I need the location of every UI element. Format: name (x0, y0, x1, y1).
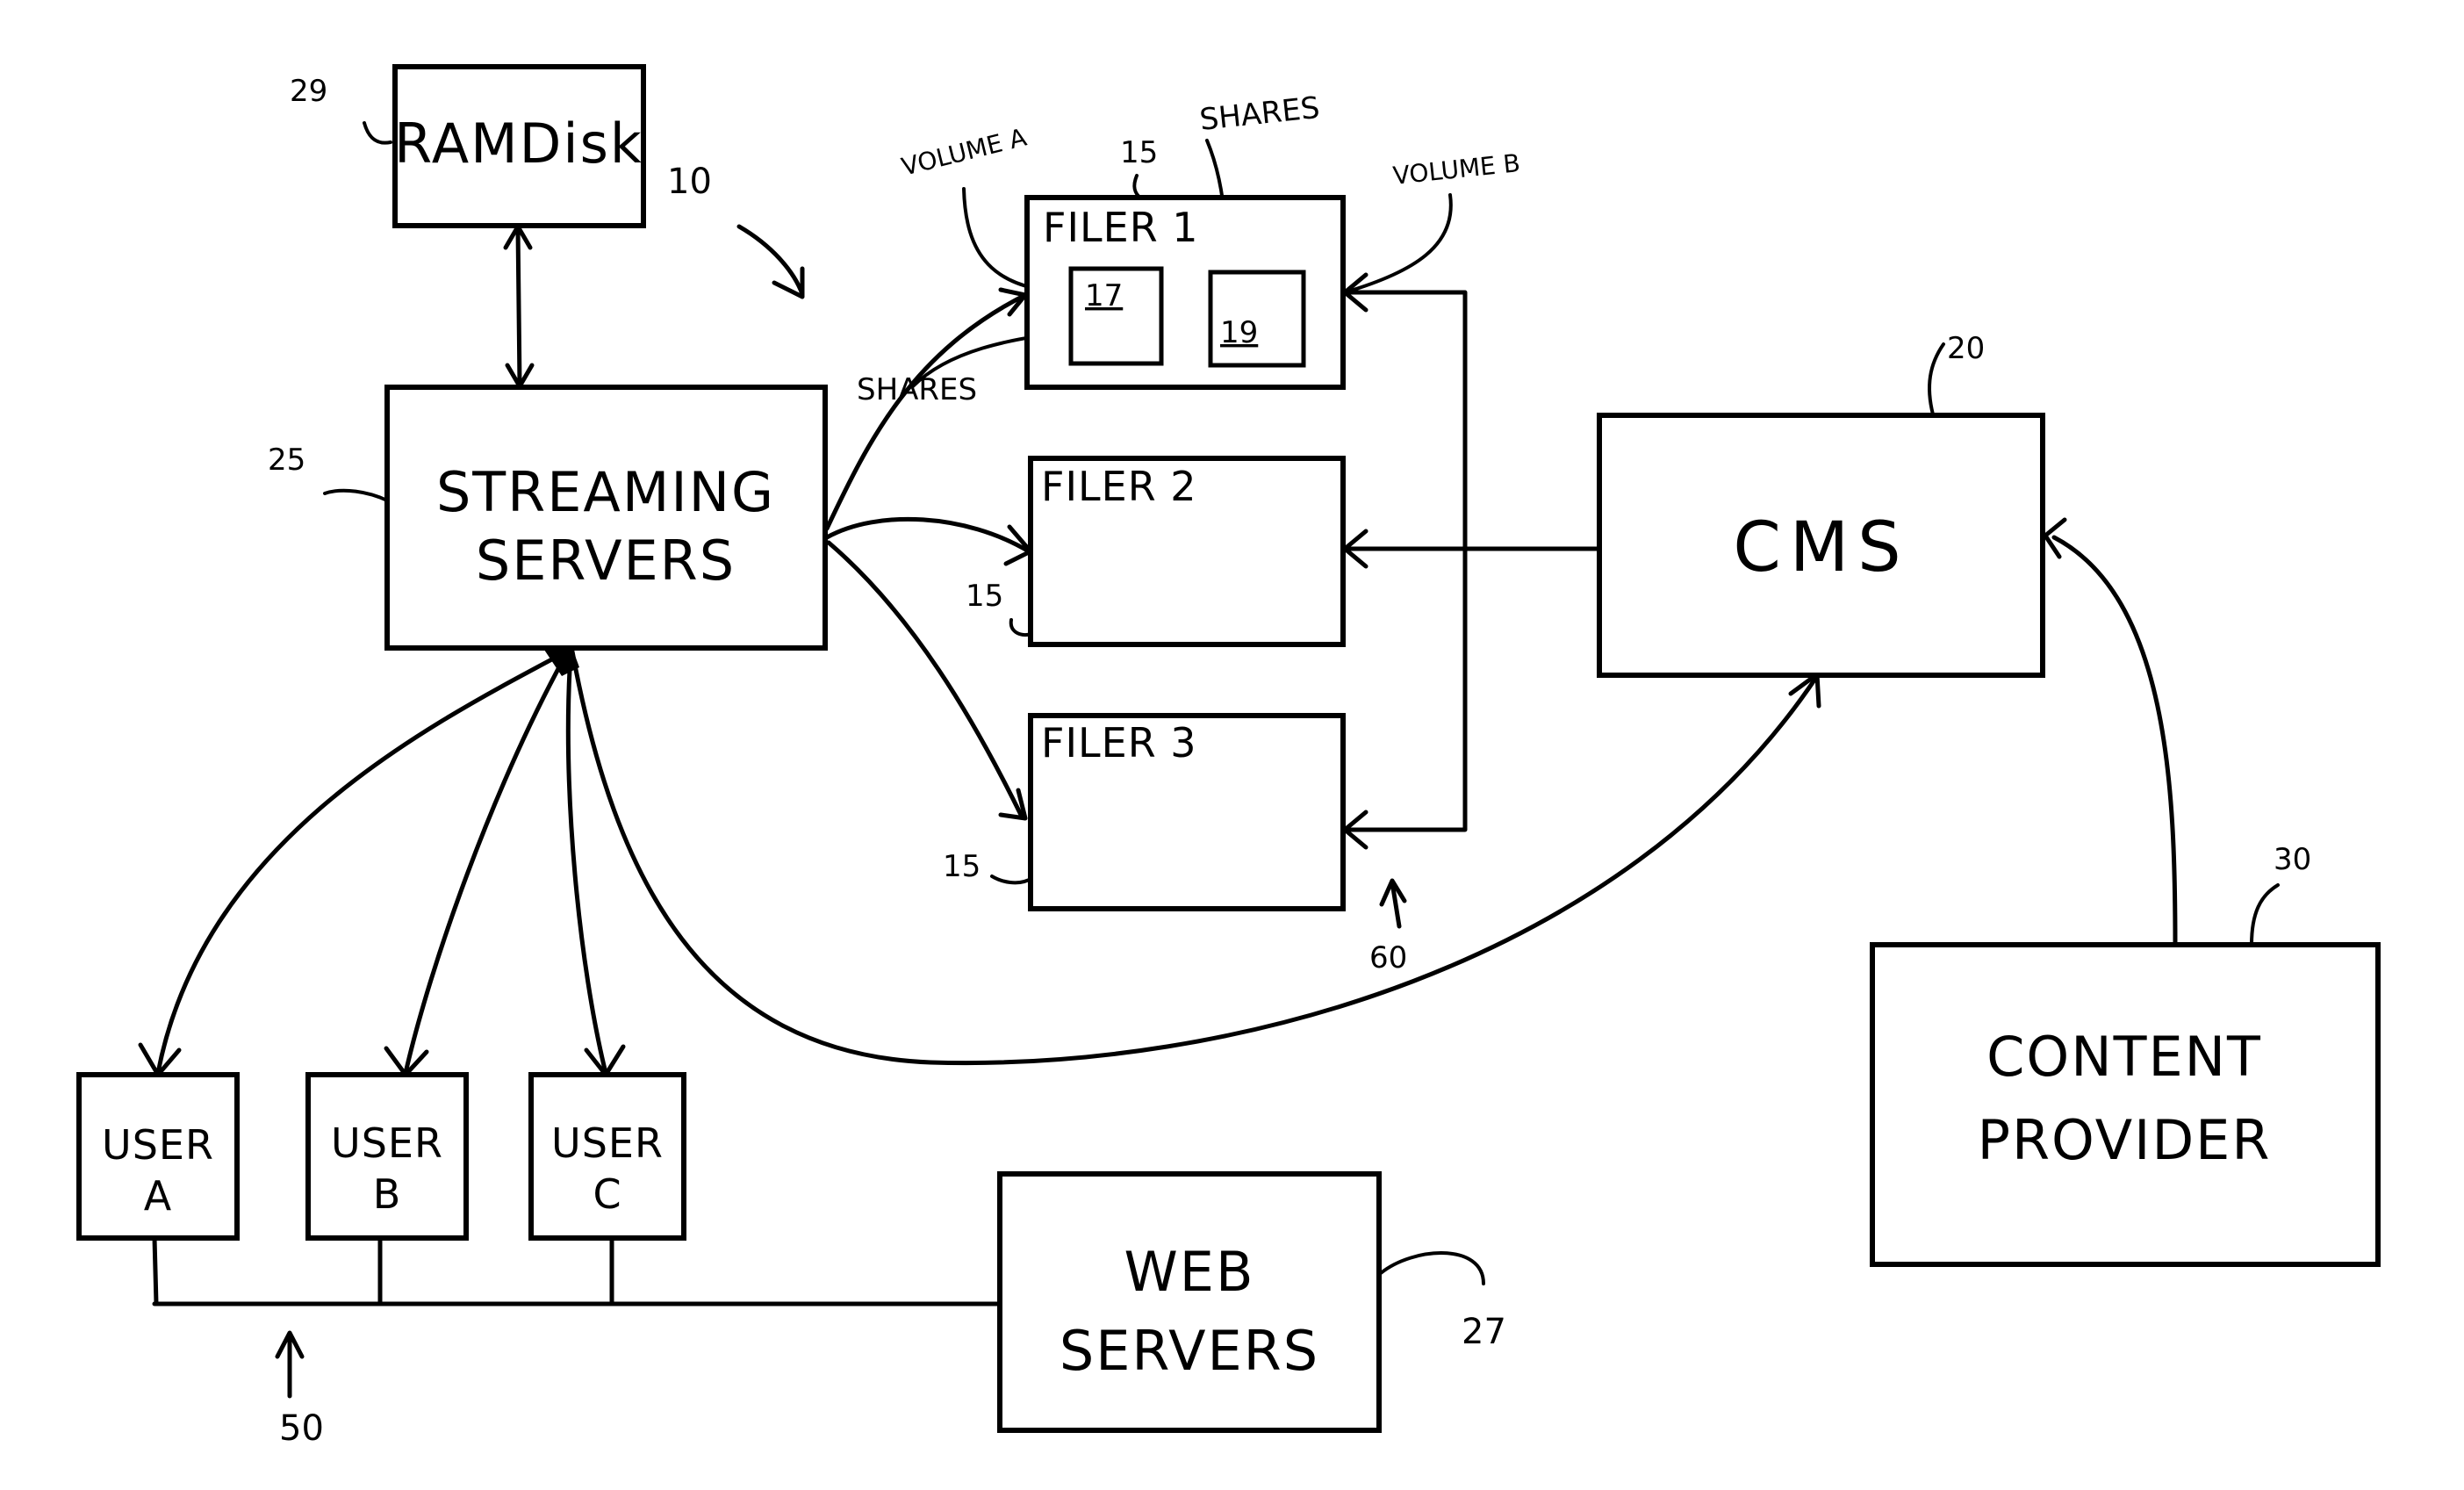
ramdisk-ref-pointer (363, 121, 392, 145)
user-c-label-line1: USER (551, 1119, 664, 1167)
volume-b-ref: 19 (1220, 315, 1258, 350)
filer3-ref: 15 (943, 849, 981, 884)
web-ref-pointer (1379, 1251, 1485, 1285)
streaming-ref: 25 (268, 443, 305, 478)
cms-ref-pointer (1928, 342, 1945, 416)
filer-link-ref: 60 (1369, 940, 1407, 975)
volume-a-annotation: VOLUME A (899, 123, 1030, 182)
filer1-ref: 15 (1120, 135, 1158, 170)
system-ref: 10 (667, 162, 712, 202)
shares-top-annotation: SHARES (1198, 90, 1322, 138)
user-b-label-line1: USER (331, 1119, 443, 1167)
web-servers-ref: 27 (1462, 1312, 1506, 1352)
streaming-user-links (138, 644, 626, 1077)
web-servers-label-line2: SERVERS (1060, 1319, 1319, 1383)
ramdisk-streaming-link (503, 224, 535, 389)
provider-ref-pointer (2250, 883, 2280, 947)
content-provider-label-line1: CONTENT (1986, 1025, 2262, 1089)
volume-b-annotation: VOLUME B (1391, 148, 1521, 191)
web-servers-label-line1: WEB (1124, 1240, 1254, 1304)
content-provider-ref: 30 (2274, 842, 2311, 877)
ramdisk-ref: 29 (290, 74, 327, 109)
volume-a-ref: 17 (1085, 278, 1123, 313)
ramdisk-label: RAMDisk (394, 112, 643, 176)
streaming-label-line1: STREAMING (436, 460, 775, 524)
user-network-bus (152, 1235, 1002, 1306)
streaming-ref-pointer (323, 488, 389, 502)
shares-left-annotation: SHARES (857, 372, 977, 407)
filer3-label: FILER 3 (1041, 719, 1197, 767)
cms-label: CMS (1733, 508, 1909, 587)
streaming-filer2-link (824, 516, 1033, 566)
content-provider-box (1870, 942, 2381, 1267)
filer2-label: FILER 2 (1041, 463, 1197, 510)
filer2-ref: 15 (966, 579, 1003, 614)
cms-filers-link (1305, 272, 1602, 850)
user-a-label-line2: A (144, 1172, 172, 1220)
system-ref-arrow (736, 224, 805, 297)
filer3-ref-pointer (990, 875, 1034, 885)
user-a-label-line1: USER (102, 1121, 214, 1169)
streaming-label-line2: SERVERS (476, 529, 736, 593)
content-provider-label-line2: PROVIDER (1978, 1108, 2272, 1172)
network-ref: 50 (279, 1408, 324, 1449)
filer1-label: FILER 1 (1043, 204, 1199, 251)
user-b-label-line2: B (373, 1170, 402, 1218)
cms-ref: 20 (1947, 331, 1985, 366)
user-c-label-line2: C (593, 1170, 621, 1218)
provider-cms-link (2043, 517, 2178, 947)
system-diagram: RAMDisk 29 10 STREAMING SERVERS 25 FILER… (76, 64, 2381, 1449)
